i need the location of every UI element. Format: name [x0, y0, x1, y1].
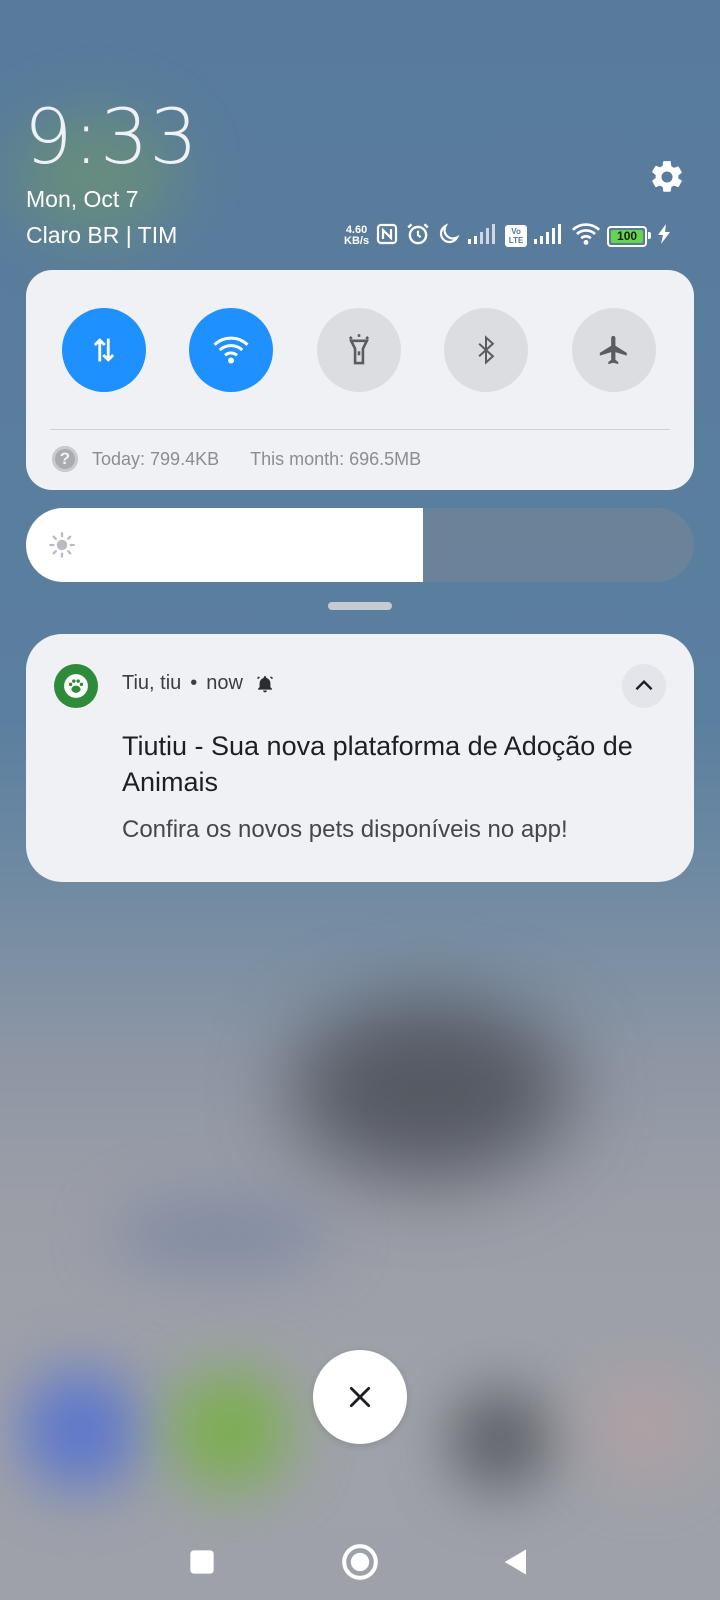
data-arrows-icon: [93, 338, 115, 362]
clock[interactable]: 9:33: [24, 92, 199, 181]
status-icons: 4.60 KB/s Vo LTE 100: [344, 220, 671, 252]
date-label: Mon, Oct 7: [26, 186, 139, 212]
background-blur: [590, 1370, 700, 1480]
sun-icon: [49, 532, 75, 558]
app-name: Tiu, tiu: [122, 672, 182, 694]
quick-settings-panel: ? Today: 799.4KB This month: 696.5MB: [26, 270, 694, 490]
background-blur: [290, 1000, 570, 1180]
clear-all-button[interactable]: [313, 1350, 407, 1444]
moon-icon: [437, 222, 461, 251]
notification-body: Confira os novos pets disponíveis no app…: [122, 816, 568, 843]
paw-icon: [54, 664, 98, 708]
alarm-icon: [405, 221, 431, 252]
background-blur: [450, 1390, 550, 1490]
flashlight-icon: [348, 334, 370, 365]
notification-title: Tiutiu - Sua nova plataforma de Adoção d…: [122, 731, 633, 797]
battery-icon: 100: [607, 225, 652, 247]
square-icon: [190, 1550, 214, 1574]
usage-month: This month: 696.5MB: [250, 448, 422, 469]
airplane-tile[interactable]: [572, 308, 656, 392]
airplane-icon: [599, 335, 627, 365]
mobile-data-tile[interactable]: [62, 308, 146, 392]
usage-today: Today: 799.4KB: [92, 448, 220, 469]
notification-header: Tiu, tiu • now: [122, 672, 275, 695]
back-button[interactable]: [496, 1542, 536, 1582]
close-icon: [349, 1386, 371, 1408]
help-icon: ?: [52, 446, 78, 472]
wifi-icon: [571, 222, 601, 251]
brightness-level: [26, 508, 424, 582]
bell-icon: [257, 675, 273, 692]
volte-icon: Vo LTE: [505, 225, 528, 247]
bluetooth-tile[interactable]: [444, 308, 528, 392]
bluetooth-icon: [478, 335, 495, 365]
background-blur: [110, 1200, 330, 1270]
network-speed: 4.60 KB/s: [344, 224, 370, 247]
background-blur: [170, 1370, 290, 1490]
data-usage[interactable]: ? Today: 799.4KB This month: 696.5MB: [52, 446, 421, 472]
back-triangle-icon: [504, 1549, 526, 1575]
brightness-slider[interactable]: [26, 508, 694, 582]
home-button[interactable]: [338, 1540, 382, 1584]
recents-button[interactable]: [182, 1542, 222, 1582]
navigation-bar: [0, 1520, 720, 1600]
drag-handle[interactable]: [328, 602, 392, 610]
chevron-up-icon: [635, 679, 653, 691]
nfc-icon: [375, 222, 399, 251]
divider: [50, 429, 670, 430]
background-blur: [20, 1370, 140, 1490]
carrier-label: Claro BR | TIM: [26, 222, 178, 248]
separator: •: [190, 672, 198, 694]
gear-icon[interactable]: [648, 158, 686, 196]
notification-card[interactable]: Tiu, tiu • now Tiutiu - Sua nova platafo…: [26, 634, 694, 882]
notification-time: now: [206, 672, 243, 694]
flashlight-tile[interactable]: [317, 308, 401, 392]
signal-icon: [533, 223, 565, 250]
wifi-tile[interactable]: [189, 308, 273, 392]
home-circle-icon: [342, 1544, 378, 1580]
signal-icon: [467, 223, 499, 250]
collapse-button[interactable]: [622, 664, 666, 708]
charging-icon: [657, 223, 671, 249]
wifi-icon: [213, 336, 249, 364]
